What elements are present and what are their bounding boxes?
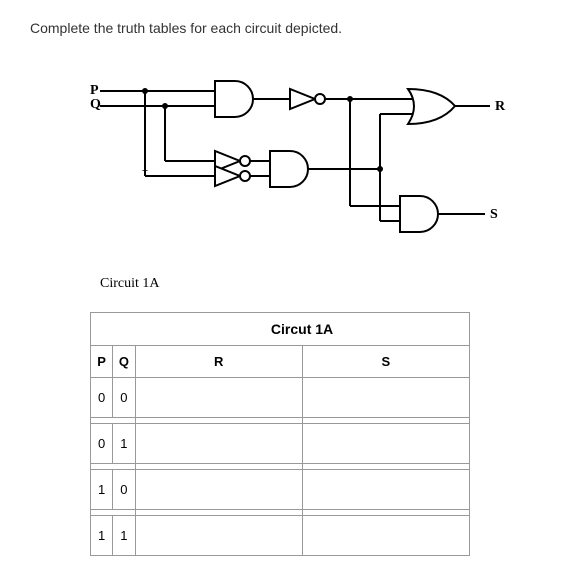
header-s: S: [302, 346, 469, 378]
output-r-label: R: [495, 99, 506, 114]
cell-q: 1: [113, 516, 135, 556]
table-row: 1 0: [91, 470, 470, 510]
table-row: 0 0: [91, 378, 470, 418]
not-gate-1: [290, 89, 315, 109]
circuit-svg: P Q: [90, 76, 510, 256]
circuit-diagram: P Q: [90, 76, 510, 256]
truth-table: Circut 1A P Q R S 0 0 0 1 1 0: [90, 312, 470, 556]
cell-r[interactable]: [135, 470, 302, 510]
table-row: 1 1: [91, 516, 470, 556]
cell-r[interactable]: [135, 516, 302, 556]
cell-s[interactable]: [302, 516, 469, 556]
instruction-text: Complete the truth tables for each circu…: [30, 20, 557, 36]
header-q: Q: [113, 346, 135, 378]
truth-table-container: Circut 1A P Q R S 0 0 0 1 1 0: [90, 312, 470, 556]
header-r: R: [135, 346, 302, 378]
cell-q: 0: [113, 378, 135, 418]
cell-r[interactable]: [135, 424, 302, 464]
table-row: 0 1: [91, 424, 470, 464]
cell-s[interactable]: [302, 470, 469, 510]
input-p-label: P: [90, 83, 99, 98]
and-gate-2: [270, 151, 308, 187]
cell-p: 0: [91, 424, 113, 464]
and-gate-3: [400, 196, 438, 232]
cell-s[interactable]: [302, 424, 469, 464]
cell-p: 0: [91, 378, 113, 418]
header-p: P: [91, 346, 113, 378]
cell-r[interactable]: [135, 378, 302, 418]
cell-q: 1: [113, 424, 135, 464]
cell-p: 1: [91, 516, 113, 556]
cell-p: 1: [91, 470, 113, 510]
table-title: Circut 1A: [135, 313, 469, 346]
and-gate-1: [215, 81, 253, 117]
cell-q: 0: [113, 470, 135, 510]
circuit-name-label: Circuit 1A: [100, 276, 557, 292]
input-q-label: Q: [90, 97, 101, 112]
cell-s[interactable]: [302, 378, 469, 418]
output-s-label: S: [490, 207, 498, 222]
or-gate-r: [408, 89, 455, 124]
